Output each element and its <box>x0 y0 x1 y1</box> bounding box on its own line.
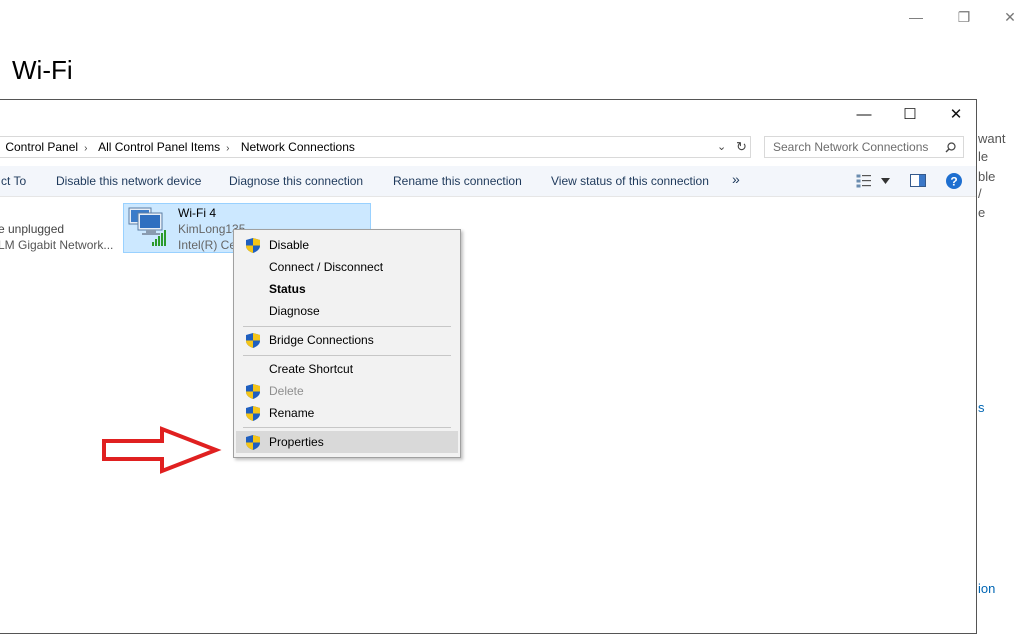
settings-minimize-button[interactable]: — <box>896 4 936 30</box>
menu-item-label: Diagnose <box>269 304 320 318</box>
ethernet-status[interactable]: e unplugged <box>0 222 64 236</box>
menu-item-rename[interactable]: Rename <box>236 402 458 424</box>
page-title: Wi-Fi <box>12 55 73 85</box>
settings-restore-button[interactable]: ❐ <box>944 4 984 30</box>
settings-text-fragment: want <box>978 131 1006 146</box>
breadcrumb-control-panel[interactable]: Control Panel <box>5 140 78 154</box>
uac-shield-icon <box>246 435 260 450</box>
settings-link[interactable]: ion <box>978 581 995 596</box>
search-icon[interactable] <box>945 142 956 153</box>
menu-item-label: Properties <box>269 435 324 449</box>
diagnose-button[interactable]: Diagnose this connection <box>229 174 363 188</box>
menu-item-diagnose[interactable]: Diagnose <box>236 300 458 322</box>
svg-text:?: ? <box>950 175 957 189</box>
menu-separator <box>243 355 451 356</box>
context-menu: Disable Connect / Disconnect Status Diag… <box>233 229 461 458</box>
uac-shield-icon <box>246 333 260 348</box>
more-commands-button[interactable]: » <box>732 171 740 187</box>
menu-item-create-shortcut[interactable]: Create Shortcut <box>236 358 458 380</box>
menu-item-delete[interactable]: Delete <box>236 380 458 402</box>
settings-text-fragment: ble <box>978 169 996 184</box>
maximize-button[interactable]: ☐ <box>887 100 933 130</box>
chevron-down-icon[interactable]: ⌄ <box>717 137 726 157</box>
menu-separator <box>243 427 451 428</box>
annotation-arrow-icon <box>102 426 222 474</box>
refresh-icon[interactable]: ↻ <box>736 137 747 157</box>
uac-shield-icon <box>246 238 260 253</box>
wifi-adapter: Intel(R) Ce <box>178 238 237 252</box>
rename-button[interactable]: Rename this connection <box>393 174 522 188</box>
menu-item-label: Bridge Connections <box>269 333 374 347</box>
chevron-right-icon[interactable]: › <box>84 143 87 154</box>
address-bar[interactable]: Control Panel › All Control Panel Items › … <box>0 136 751 158</box>
disable-device-button[interactable]: Disable this network device <box>56 174 201 188</box>
menu-item-label: Rename <box>269 406 315 420</box>
menu-item-label: Delete <box>269 384 304 398</box>
menu-item-label: Create Shortcut <box>269 362 354 376</box>
menu-item-label: Status <box>269 282 306 296</box>
settings-close-button[interactable]: ✕ <box>990 4 1030 30</box>
command-bar: ct To Disable this network device Diagno… <box>0 166 976 197</box>
menu-item-label: Connect / Disconnect <box>269 260 384 274</box>
ethernet-adapter[interactable]: LM Gigabit Network... <box>0 238 113 252</box>
menu-item-disable[interactable]: Disable <box>236 234 458 256</box>
menu-item-properties[interactable]: Properties <box>236 431 458 453</box>
menu-item-bridge-connections[interactable]: Bridge Connections <box>236 329 458 351</box>
close-button[interactable]: ✕ <box>933 100 976 130</box>
settings-text-fragment: le <box>978 149 989 164</box>
breadcrumb-network-connections[interactable]: Network Connections <box>241 140 355 154</box>
network-adapter-icon <box>128 207 166 246</box>
settings-text-fragment: / <box>978 186 982 201</box>
wifi-name: Wi-Fi 4 <box>178 206 216 220</box>
preview-pane-icon[interactable] <box>910 174 926 187</box>
help-icon[interactable]: ? <box>946 173 962 189</box>
minimize-button[interactable]: — <box>841 100 887 130</box>
settings-link-fragment[interactable]: s <box>978 400 985 415</box>
uac-shield-icon <box>246 384 260 399</box>
network-connections-window: — ☐ ✕ Control Panel › All Control Panel I… <box>0 99 977 634</box>
menu-separator <box>243 326 451 327</box>
menu-item-label: Disable <box>269 238 310 252</box>
menu-item-connect-disconnect[interactable]: Connect / Disconnect <box>236 256 458 278</box>
menu-item-status[interactable]: Status <box>236 278 458 300</box>
breadcrumb-all-items[interactable]: All Control Panel Items <box>98 140 220 154</box>
settings-text-fragment: e <box>978 205 986 220</box>
chevron-right-icon[interactable]: › <box>226 143 229 154</box>
view-dropdown-icon[interactable] <box>881 178 890 184</box>
uac-shield-icon <box>246 406 260 421</box>
view-status-button[interactable]: View status of this connection <box>551 174 709 188</box>
search-input[interactable]: Search Network Connections <box>764 136 964 158</box>
search-placeholder: Search Network Connections <box>773 140 929 154</box>
connect-to-button[interactable]: ct To <box>1 174 26 188</box>
change-view-icon[interactable] <box>856 174 872 188</box>
